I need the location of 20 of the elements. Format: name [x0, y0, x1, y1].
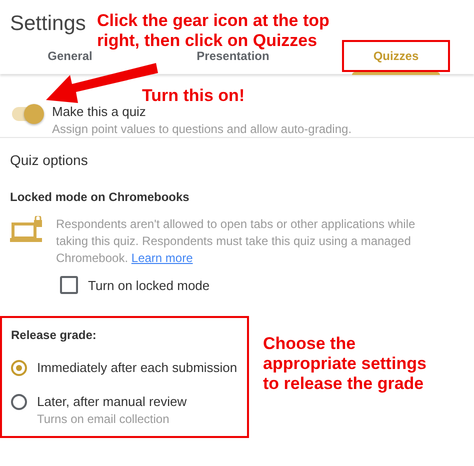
- toggle-description: Assign point values to questions and allow auto-grading.: [52, 122, 352, 136]
- laptop-lock-icon: [10, 216, 44, 244]
- checkbox[interactable]: [60, 276, 78, 294]
- release-grade-title: Release grade:: [11, 328, 98, 342]
- checkbox-label: Turn on locked mode: [88, 278, 210, 292]
- quiz-toggle[interactable]: [12, 107, 42, 121]
- settings-title: Settings: [10, 12, 86, 36]
- locked-mode-description: Respondents aren't allowed to open tabs or other applications while taking this quiz. Respondents must take this quiz using a managed Chromebook. Learn more: [56, 216, 416, 267]
- radio-button[interactable]: [11, 360, 27, 376]
- locked-mode-title: Locked mode on Chromebooks: [10, 190, 190, 204]
- radio-label: Later, after manual review: [37, 394, 187, 409]
- radio-button[interactable]: [11, 394, 27, 410]
- learn-more-link[interactable]: Learn more: [131, 251, 193, 265]
- annotation-text: Turn this on!: [142, 86, 245, 106]
- radio-label: Immediately after each submission: [37, 360, 238, 375]
- annotation-text: Click the gear icon at the top right, then click on Quizzes: [97, 11, 330, 51]
- radio-hint: Turns on email collection: [37, 412, 170, 426]
- section-title: Quiz options: [9, 151, 89, 168]
- annotation-text: Choose the appropriate settings to release the grade: [263, 334, 428, 394]
- toggle-label: Make this a quiz: [52, 104, 147, 119]
